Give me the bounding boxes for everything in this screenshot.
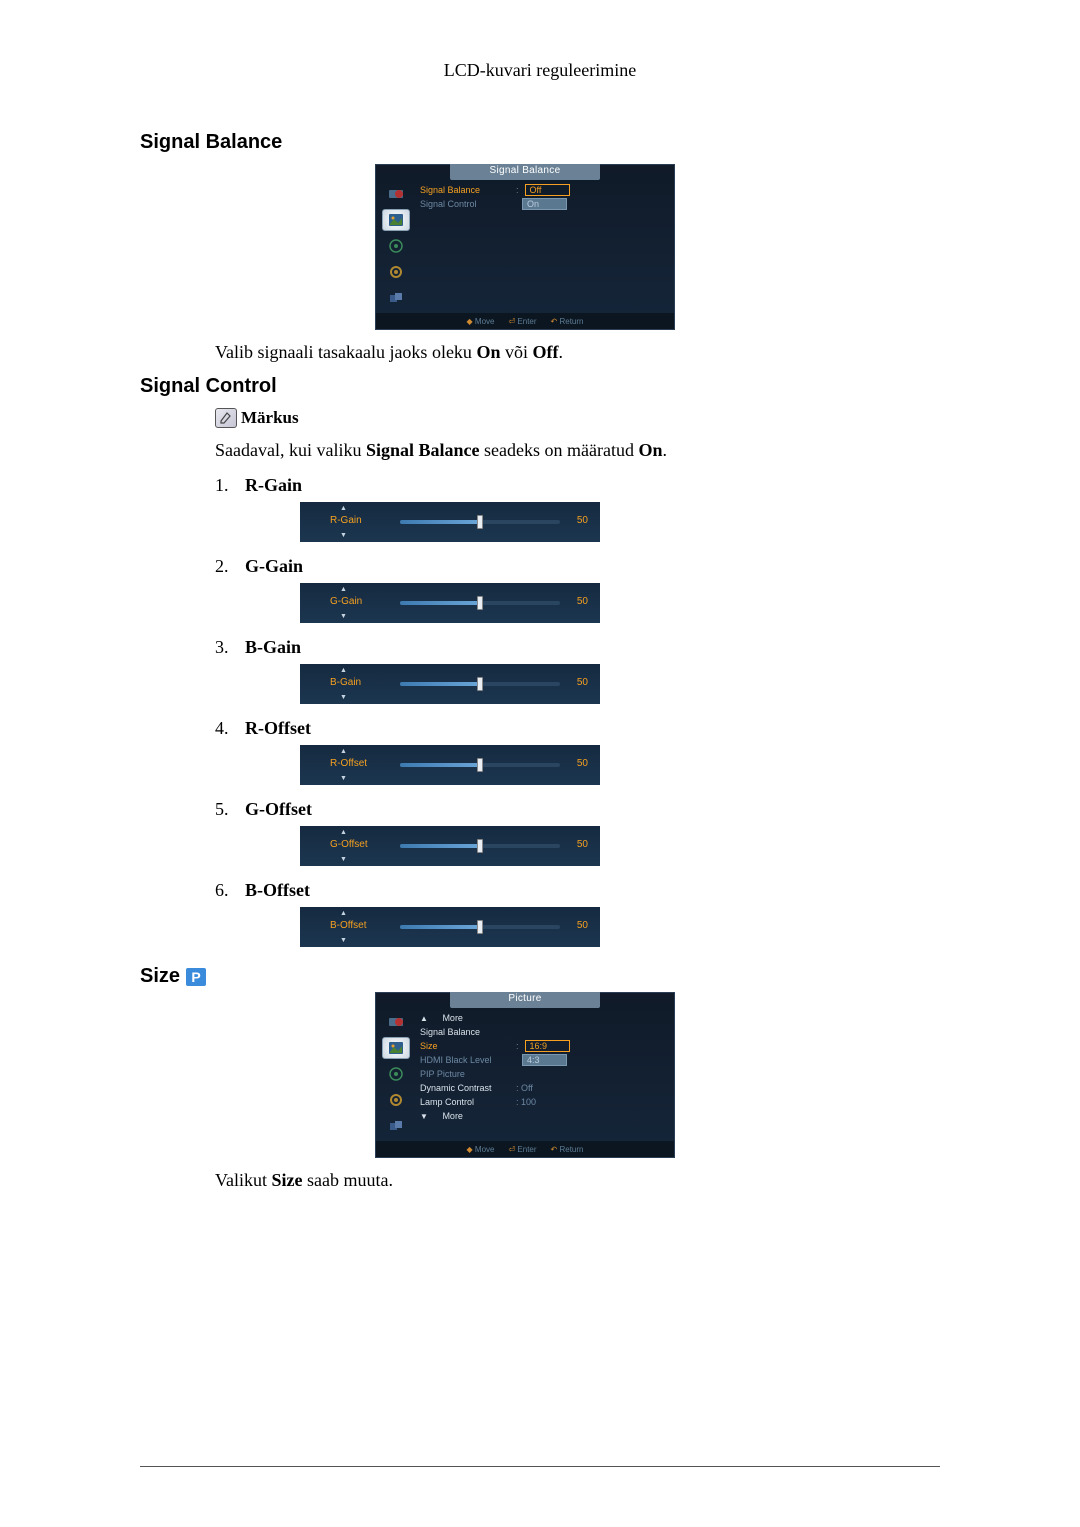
p-badge-icon: P: [186, 968, 206, 986]
signal-balance-desc: Valib signaali tasakaalu jaoks oleku On …: [215, 342, 940, 363]
list-item-g-offset: 5. G-Offset: [215, 799, 940, 820]
arrow-down-icon: ▼: [340, 937, 347, 944]
heading-signal-control: Signal Control: [140, 375, 940, 398]
alt-size-value: 4:3: [522, 1054, 567, 1066]
option-off: Off: [525, 184, 570, 196]
list-item-b-gain: 3. B-Gain: [215, 637, 940, 658]
osd-icon-column: [376, 1007, 416, 1141]
menu-hdmi-black: HDMI Black Level: [420, 1055, 510, 1065]
footer-rule: [140, 1466, 940, 1467]
heading-signal-balance: Signal Balance: [140, 131, 940, 154]
osd-panel-signal-balance: Signal Balance Signal Balance : Off: [375, 164, 675, 330]
multi-icon: [382, 1115, 410, 1137]
sound-icon: [382, 1063, 410, 1085]
slider-b-offset: ▲ B-Offset ▼ 50: [300, 907, 600, 947]
arrow-up-icon: ▲: [340, 667, 347, 674]
page-header: LCD-kuvari reguleerimine: [140, 60, 940, 81]
more-up: More: [442, 1013, 463, 1023]
list-item-r-gain: 1. R-Gain: [215, 475, 940, 496]
slider-g-offset: ▲ G-Offset ▼ 50: [300, 826, 600, 866]
osd-panel-picture: Picture ▲ More Signal Balance Size:16:9 …: [375, 992, 675, 1158]
signal-control-note-text: Saadaval, kui valiku Signal Balance sead…: [215, 440, 940, 461]
picture-icon: [382, 209, 410, 231]
arrow-down-icon: ▼: [340, 856, 347, 863]
setup-icon: [382, 1089, 410, 1111]
option-on: On: [522, 198, 567, 210]
list-item-r-offset: 4. R-Offset: [215, 718, 940, 739]
list-item-b-offset: 6. B-Offset: [215, 880, 940, 901]
menu-signal-balance: Signal Balance: [420, 1027, 510, 1037]
osd-footer: ◆ Move ⏎ Enter ↶ Return: [376, 1141, 674, 1157]
menu-size: Size: [420, 1041, 510, 1051]
arrow-up-icon: ▲: [340, 505, 347, 512]
arrow-up-icon: ▲: [340, 829, 347, 836]
osd-footer: ◆ Move ⏎ Enter ↶ Return: [376, 313, 674, 329]
slider-g-gain: ▲ G-Gain ▼ 50: [300, 583, 600, 623]
arrow-down-icon: ▼: [340, 775, 347, 782]
setup-icon: [382, 261, 410, 283]
slider-r-gain: ▲ R-Gain ▼ 50: [300, 502, 600, 542]
note-label: Märkus: [241, 408, 299, 428]
osd-item-signal-balance: Signal Balance: [420, 185, 510, 195]
list-item-g-gain: 2. G-Gain: [215, 556, 940, 577]
slider-r-offset: ▲ R-Offset ▼ 50: [300, 745, 600, 785]
heading-size: Size: [140, 965, 180, 988]
osd-icon-column: [376, 179, 416, 313]
sound-icon: [382, 235, 410, 257]
multi-icon: [382, 287, 410, 309]
size-desc: Valikut Size saab muuta.: [215, 1170, 940, 1191]
note-icon: [215, 408, 237, 428]
menu-pip: PIP Picture: [420, 1069, 510, 1079]
arrow-up-icon: ▲: [340, 748, 347, 755]
arrow-up-icon: ▲: [340, 586, 347, 593]
arrow-down-icon: ▼: [340, 613, 347, 620]
osd-title-tab: Signal Balance: [450, 164, 600, 180]
arrow-up-icon: ▲: [340, 910, 347, 917]
osd-item-signal-control: Signal Control: [420, 199, 510, 209]
more-down: More: [442, 1111, 463, 1121]
arrow-down-icon: ▼: [340, 694, 347, 701]
arrow-down-icon: ▼: [340, 532, 347, 539]
osd-title-tab: Picture: [450, 992, 600, 1008]
size-value: 16:9: [525, 1040, 570, 1052]
input-icon: [382, 183, 410, 205]
menu-lamp-control: Lamp Control: [420, 1097, 510, 1107]
slider-b-gain: ▲ B-Gain ▼ 50: [300, 664, 600, 704]
picture-icon: [382, 1037, 410, 1059]
menu-dynamic-contrast: Dynamic Contrast: [420, 1083, 510, 1093]
input-icon: [382, 1011, 410, 1033]
